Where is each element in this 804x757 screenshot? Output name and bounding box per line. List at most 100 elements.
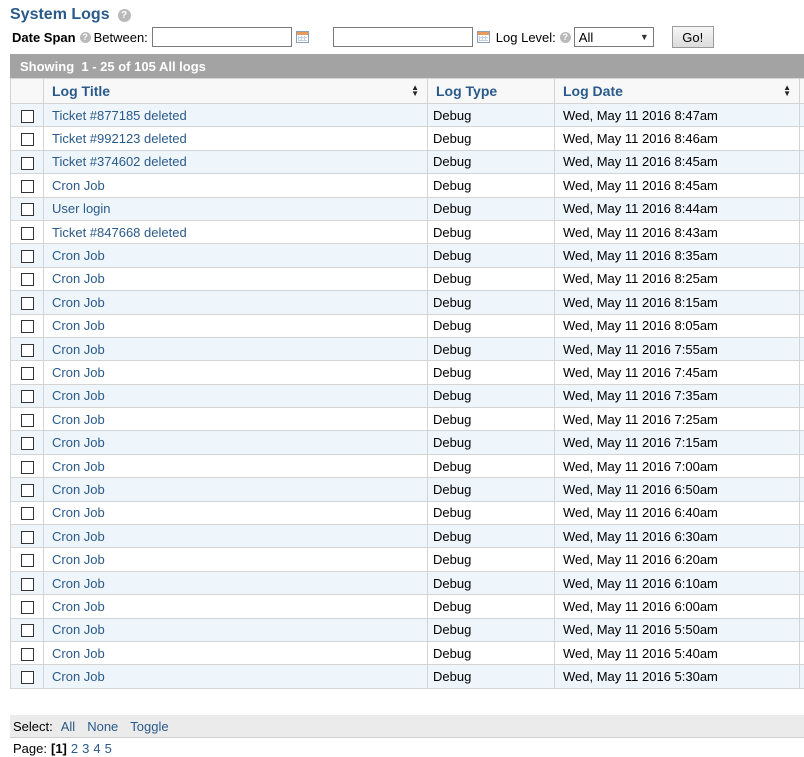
column-header-log-type[interactable]: Log Type bbox=[427, 78, 555, 104]
select-none-link[interactable]: None bbox=[87, 719, 118, 734]
log-title-link[interactable]: Cron Job bbox=[45, 365, 105, 380]
row-checkbox[interactable] bbox=[20, 133, 34, 147]
log-type-cell: Debug bbox=[427, 453, 555, 479]
results-summary-bar: Showing 1 - 25 of 105 All logs bbox=[10, 54, 804, 78]
column-header-log-title[interactable]: Log Title ▲ ▼ bbox=[43, 78, 428, 104]
log-title-link[interactable]: Cron Job bbox=[45, 271, 105, 286]
column-header-log-date[interactable]: Log Date ▲ ▼ bbox=[554, 78, 800, 104]
table-header-row: Log Title ▲ ▼ Log Type Log Date ▲ ▼ bbox=[10, 78, 804, 104]
log-title-link[interactable]: Cron Job bbox=[45, 412, 105, 427]
log-title-link[interactable]: Cron Job bbox=[45, 388, 105, 403]
log-title-cell: Cron Job bbox=[43, 453, 428, 479]
row-checkbox[interactable] bbox=[20, 367, 34, 381]
row-checkbox[interactable] bbox=[20, 624, 34, 638]
row-checkbox[interactable] bbox=[20, 554, 34, 568]
extra-cell bbox=[799, 383, 804, 409]
log-title-link[interactable]: Cron Job bbox=[45, 248, 105, 263]
row-checkbox[interactable] bbox=[20, 273, 34, 287]
select-all-link[interactable]: All bbox=[61, 719, 75, 734]
table-row: Cron Job Debug Wed, May 11 2016 7:35am bbox=[10, 383, 804, 409]
log-title-link[interactable]: Cron Job bbox=[45, 178, 105, 193]
extra-cell bbox=[799, 266, 804, 292]
log-date-cell: Wed, May 11 2016 7:15am bbox=[554, 430, 800, 455]
row-checkbox[interactable] bbox=[20, 343, 34, 357]
log-title-link[interactable]: Cron Job bbox=[45, 295, 105, 310]
page-link[interactable]: 3 bbox=[82, 741, 89, 756]
extra-cell bbox=[799, 547, 804, 572]
page-link[interactable]: 5 bbox=[105, 741, 112, 756]
row-checkbox[interactable] bbox=[20, 671, 34, 685]
log-date-cell: Wed, May 11 2016 8:46am bbox=[554, 126, 800, 151]
row-checkbox[interactable] bbox=[20, 156, 34, 170]
row-checkbox[interactable] bbox=[20, 460, 34, 474]
log-title-link[interactable]: Cron Job bbox=[45, 318, 105, 333]
log-title-link[interactable]: Ticket #374602 deleted bbox=[45, 154, 187, 169]
log-title-link[interactable]: Cron Job bbox=[45, 622, 105, 637]
current-page: [1] bbox=[50, 741, 67, 756]
log-type-cell: Debug bbox=[427, 149, 555, 175]
page-link[interactable]: 4 bbox=[93, 741, 100, 756]
log-title-link[interactable]: Ticket #992123 deleted bbox=[45, 131, 187, 146]
log-title-link[interactable]: Cron Job bbox=[45, 342, 105, 357]
row-checkbox[interactable] bbox=[20, 507, 34, 521]
log-level-select[interactable]: All ▼ bbox=[573, 27, 654, 47]
extra-cell bbox=[799, 243, 804, 268]
row-checkbox[interactable] bbox=[20, 437, 34, 451]
log-type-cell: Debug bbox=[427, 407, 555, 432]
log-title-link[interactable]: Ticket #847668 deleted bbox=[45, 225, 187, 240]
log-date-cell: Wed, May 11 2016 8:35am bbox=[554, 243, 800, 268]
row-checkbox[interactable] bbox=[20, 203, 34, 217]
row-checkbox[interactable] bbox=[20, 226, 34, 240]
log-title-link[interactable]: Cron Job bbox=[45, 505, 105, 520]
row-checkbox[interactable] bbox=[20, 647, 34, 661]
log-type-cell: Debug bbox=[427, 500, 555, 526]
log-date-cell: Wed, May 11 2016 8:45am bbox=[554, 149, 800, 175]
help-icon[interactable]: ? bbox=[559, 31, 571, 43]
chevron-down-icon: ▼ bbox=[639, 32, 649, 42]
table-row: Cron Job Debug Wed, May 11 2016 7:45am bbox=[10, 360, 804, 385]
sort-icon[interactable]: ▲ ▼ bbox=[783, 84, 791, 98]
log-title-cell: Cron Job bbox=[43, 594, 428, 619]
log-title-link[interactable]: Ticket #877185 deleted bbox=[45, 108, 187, 123]
calendar-icon[interactable] bbox=[295, 31, 309, 43]
log-title-link[interactable]: Cron Job bbox=[45, 552, 105, 567]
row-checkbox[interactable] bbox=[20, 530, 34, 544]
log-title-link[interactable]: Cron Job bbox=[45, 576, 105, 591]
row-checkbox[interactable] bbox=[20, 600, 34, 614]
extra-cell bbox=[799, 453, 804, 479]
row-checkbox[interactable] bbox=[20, 296, 34, 310]
help-icon[interactable]: ? bbox=[117, 8, 131, 22]
row-checkbox[interactable] bbox=[20, 109, 34, 123]
page-link[interactable]: 2 bbox=[71, 741, 78, 756]
row-checkbox[interactable] bbox=[20, 320, 34, 334]
end-date-input[interactable] bbox=[332, 27, 473, 47]
row-checkbox[interactable] bbox=[20, 179, 34, 193]
row-checkbox[interactable] bbox=[20, 483, 34, 497]
row-checkbox[interactable] bbox=[20, 250, 34, 264]
log-title-link[interactable]: Cron Job bbox=[45, 529, 105, 544]
go-button[interactable]: Go! bbox=[671, 26, 714, 48]
sort-icon[interactable]: ▲ ▼ bbox=[411, 84, 419, 98]
calendar-icon[interactable] bbox=[476, 31, 490, 43]
log-title-link[interactable]: User login bbox=[45, 201, 111, 216]
column-label: Log Type bbox=[436, 83, 498, 99]
log-title-link[interactable]: Cron Job bbox=[45, 669, 105, 684]
log-date-cell: Wed, May 11 2016 7:55am bbox=[554, 336, 800, 362]
log-title-link[interactable]: Cron Job bbox=[45, 599, 105, 614]
row-checkbox[interactable] bbox=[20, 577, 34, 591]
select-toggle-link[interactable]: Toggle bbox=[130, 719, 168, 734]
help-icon[interactable]: ? bbox=[79, 31, 91, 43]
log-date-cell: Wed, May 11 2016 5:30am bbox=[554, 664, 800, 689]
row-checkbox[interactable] bbox=[20, 390, 34, 404]
row-select-cell bbox=[10, 430, 44, 455]
log-title-link[interactable]: Cron Job bbox=[45, 435, 105, 450]
log-date-cell: Wed, May 11 2016 6:10am bbox=[554, 570, 800, 596]
log-title-link[interactable]: Cron Job bbox=[45, 459, 105, 474]
row-select-cell bbox=[10, 570, 44, 596]
start-date-input[interactable] bbox=[151, 27, 292, 47]
log-title-link[interactable]: Cron Job bbox=[45, 646, 105, 661]
row-checkbox[interactable] bbox=[20, 413, 34, 427]
row-select-cell bbox=[10, 290, 44, 315]
log-type-cell: Debug bbox=[427, 196, 555, 221]
log-title-link[interactable]: Cron Job bbox=[45, 482, 105, 497]
